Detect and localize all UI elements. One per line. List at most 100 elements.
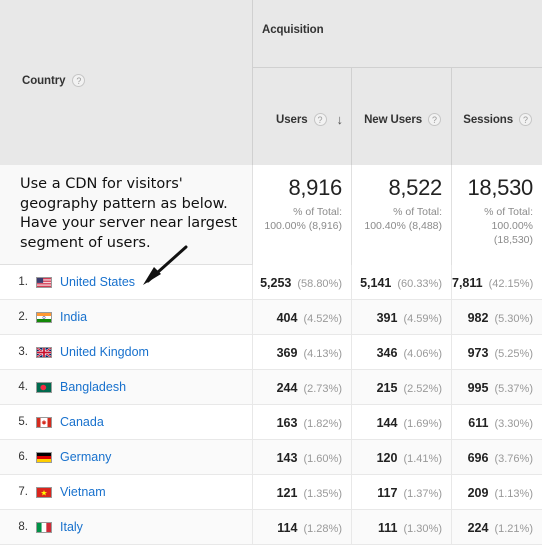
- summary-totals-row: Use a CDN for visitors' geography patter…: [0, 165, 542, 265]
- metric-value: 5,253: [260, 276, 292, 290]
- country-link[interactable]: Italy: [60, 510, 83, 545]
- metric-cell-new-users: 111 (1.30%): [351, 510, 451, 545]
- metric-percent: (1.41%): [403, 453, 442, 465]
- metric-cell-new-users: 215 (2.52%): [351, 370, 451, 405]
- metric-cell-new-users: 117 (1.37%): [351, 475, 451, 510]
- metric-percent: (4.52%): [303, 313, 342, 325]
- row-rank: 8.: [18, 521, 28, 533]
- metric-value: 143: [276, 451, 298, 465]
- summary-value: 8,522: [388, 175, 442, 200]
- metric-cell-sessions: 209 (1.13%): [451, 475, 542, 510]
- dimension-header-cell: Country ?: [0, 0, 252, 165]
- metric-percent: (4.59%): [403, 313, 442, 325]
- metric-cell-users: 114 (1.28%): [252, 510, 351, 545]
- metric-percent: (2.52%): [403, 383, 442, 395]
- column-header-new-users[interactable]: New Users ?: [351, 68, 451, 165]
- metric-percent: (5.37%): [494, 383, 533, 395]
- metric-percent: (5.25%): [494, 348, 533, 360]
- metric-cell-new-users: 346 (4.06%): [351, 335, 451, 370]
- metric-value: 114: [277, 521, 298, 535]
- help-icon[interactable]: ?: [519, 113, 532, 126]
- column-header-users[interactable]: Users ? ↓: [252, 68, 351, 165]
- row-rank: 2.: [18, 311, 28, 323]
- table-row: 6. Germany 143 (1.60%) 120 (1.41%) 696 (3.76%): [0, 440, 542, 475]
- metric-group-label: Acquisition: [262, 24, 324, 36]
- row-rank: 7.: [18, 486, 28, 498]
- metric-percent: (1.35%): [303, 488, 342, 500]
- flag-icon-in: [36, 312, 52, 323]
- metric-percent: (1.69%): [403, 418, 442, 430]
- metric-value: 5,141: [360, 276, 392, 290]
- row-rank: 3.: [18, 346, 28, 358]
- metric-percent: (4.06%): [403, 348, 442, 360]
- metric-cell-sessions: 973 (5.25%): [451, 335, 542, 370]
- metric-cell-users: 121 (1.35%): [252, 475, 351, 510]
- row-rank: 1.: [18, 276, 28, 288]
- metric-cell-users: 163 (1.82%): [252, 405, 351, 440]
- flag-icon-bd: [36, 382, 52, 393]
- summary-cell-new-users: 8,522 % of Total: 100.40% (8,488): [351, 165, 451, 265]
- sort-descending-icon[interactable]: ↓: [337, 113, 344, 126]
- metric-value: 111: [377, 521, 398, 535]
- metric-group-header-acquisition: Acquisition: [252, 0, 542, 68]
- metric-cell-new-users: 5,141 (60.33%): [351, 265, 451, 300]
- metric-percent: (2.73%): [303, 383, 342, 395]
- help-icon[interactable]: ?: [428, 113, 441, 126]
- dimension-header-label: Country: [22, 74, 66, 87]
- metric-cell-users: 404 (4.52%): [252, 300, 351, 335]
- summary-subtext: % of Total: 100.40% (8,488): [359, 205, 442, 233]
- row-rank: 4.: [18, 381, 28, 393]
- metric-cell-new-users: 391 (4.59%): [351, 300, 451, 335]
- metric-value: 995: [467, 381, 489, 395]
- metric-percent: (1.21%): [494, 523, 533, 535]
- country-link[interactable]: United Kingdom: [60, 335, 149, 370]
- metric-percent: (60.33%): [397, 278, 442, 290]
- metric-value: 973: [467, 346, 489, 360]
- metric-cell-users: 369 (4.13%): [252, 335, 351, 370]
- help-icon[interactable]: ?: [72, 74, 86, 87]
- metric-percent: (1.60%): [303, 453, 342, 465]
- column-header-sessions[interactable]: Sessions ?: [451, 68, 542, 165]
- metric-cell-sessions: 611 (3.30%): [451, 405, 542, 440]
- summary-percent-label: % of Total:: [293, 206, 342, 218]
- summary-value: 18,530: [467, 175, 534, 200]
- country-link[interactable]: Vietnam: [60, 475, 106, 510]
- flag-icon-vn: [36, 487, 52, 498]
- country-link[interactable]: Germany: [60, 440, 111, 475]
- help-icon[interactable]: ?: [313, 113, 327, 126]
- country-link[interactable]: Canada: [60, 405, 104, 440]
- metric-value: 404: [276, 311, 298, 325]
- metric-value: 346: [376, 346, 398, 360]
- metric-value: 120: [376, 451, 398, 465]
- table-row: 3. United Kingdom 369 (4.13%) 346 (4.06%) 973 (…: [0, 335, 542, 370]
- table-header: Country ? Acquisition Users ? ↓ New User…: [0, 0, 542, 165]
- metric-percent: (1.37%): [403, 488, 442, 500]
- metric-percent: (3.30%): [494, 418, 533, 430]
- metric-percent: (1.30%): [403, 523, 442, 535]
- metric-value: 144: [376, 416, 398, 430]
- metric-value: 209: [467, 486, 489, 500]
- metric-cell-users: 244 (2.73%): [252, 370, 351, 405]
- metric-value: 224: [467, 521, 489, 535]
- metric-cell-sessions: 696 (3.76%): [451, 440, 542, 475]
- country-link[interactable]: Bangladesh: [60, 370, 126, 405]
- metric-value: 369: [276, 346, 298, 360]
- table-row: 5. Canada 163 (1.82%) 144 (1.69%) 611 (3.30%): [0, 405, 542, 440]
- metric-cell-sessions: 995 (5.37%): [451, 370, 542, 405]
- table-row: 4. Bangladesh 244 (2.73%) 215 (2.52%) 995 (5.37…: [0, 370, 542, 405]
- metric-value: 121: [276, 486, 298, 500]
- metric-percent: (42.15%): [488, 278, 534, 290]
- summary-subtext: % of Total: 100.00% (18,530): [459, 205, 533, 247]
- metric-value: 982: [467, 311, 489, 325]
- summary-percent-detail: 100.00% (8,916): [264, 220, 342, 232]
- country-report-table: Country ? Acquisition Users ? ↓ New User…: [0, 0, 542, 553]
- metric-value: 696: [467, 451, 489, 465]
- country-link[interactable]: India: [60, 300, 87, 335]
- flag-icon-ca: [36, 417, 52, 428]
- metric-cell-new-users: 144 (1.69%): [351, 405, 451, 440]
- summary-percent-detail: 100.40% (8,488): [364, 220, 442, 232]
- country-link[interactable]: United States: [60, 265, 135, 300]
- metric-percent: (3.76%): [494, 453, 533, 465]
- metric-percent: (1.82%): [303, 418, 342, 430]
- metric-percent: (1.13%): [494, 488, 533, 500]
